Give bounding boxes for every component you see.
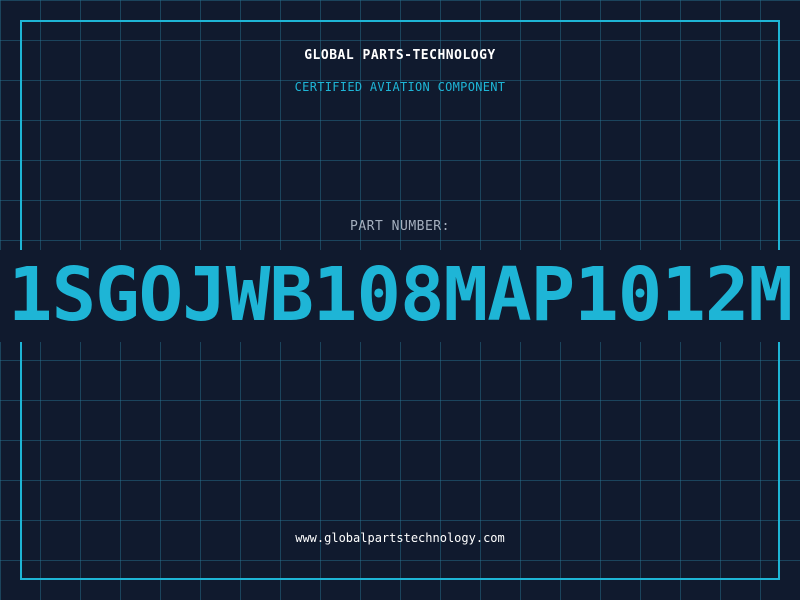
certification-tagline: CERTIFIED AVIATION COMPONENT bbox=[294, 80, 506, 94]
website-url: www.globalpartstechnology.com bbox=[295, 531, 505, 545]
part-number-label: PART NUMBER: bbox=[350, 219, 450, 234]
part-number-value: 1SGOJWB108MAP1012M bbox=[8, 255, 793, 335]
company-name: GLOBAL PARTS-TECHNOLOGY bbox=[304, 48, 496, 63]
